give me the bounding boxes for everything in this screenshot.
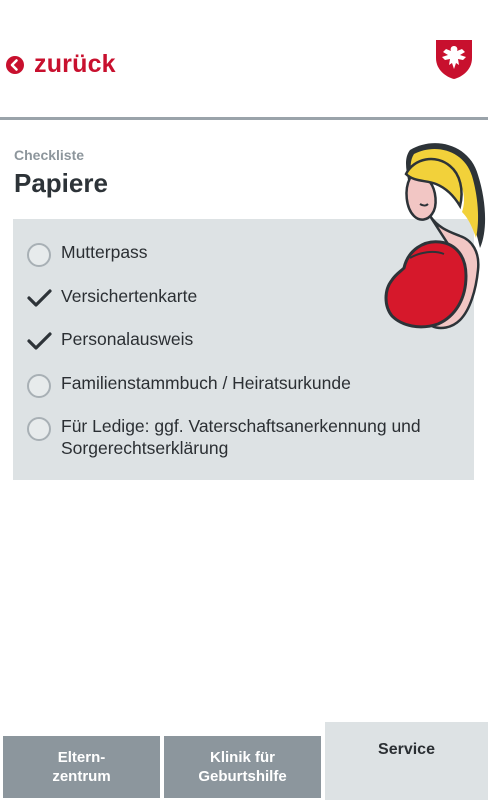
bottom-tab-bar: Eltern- zentrum Klinik für Geburtshilfe … bbox=[0, 722, 488, 800]
city-crest-icon bbox=[436, 40, 472, 79]
checklist-item-label: Personalausweis bbox=[61, 329, 194, 349]
tab-label: Klinik für Geburtshilfe bbox=[198, 749, 287, 785]
checklist-item-label: Mutterpass bbox=[61, 242, 148, 262]
checklist-item-label: Familienstammbuch / Heiratsurkunde bbox=[61, 373, 351, 393]
page-title: Papiere bbox=[14, 168, 108, 198]
page-subtitle: Checkliste bbox=[14, 147, 85, 163]
unchecked-circle-icon bbox=[27, 243, 53, 269]
tab-label: Service bbox=[378, 741, 435, 758]
back-label: zurück bbox=[34, 50, 116, 78]
unchecked-circle-icon bbox=[27, 374, 53, 400]
checkmark-icon bbox=[27, 285, 53, 311]
tab-elternzentrum[interactable]: Eltern- zentrum bbox=[3, 736, 160, 798]
checklist-item-label: Für Ledige: ggf. Vaterschaftsanerkennung… bbox=[61, 416, 421, 458]
chevron-left-icon bbox=[6, 55, 24, 74]
checkmark-icon bbox=[27, 328, 53, 354]
pregnant-woman-illustration bbox=[384, 143, 486, 330]
header-divider bbox=[0, 117, 488, 120]
checklist-item-label: Versichertenkarte bbox=[61, 286, 198, 306]
back-button[interactable]: zurück bbox=[6, 50, 116, 79]
tab-label: Eltern- zentrum bbox=[52, 749, 111, 785]
tab-klinik-geburtshilfe[interactable]: Klinik für Geburtshilfe bbox=[164, 736, 321, 798]
tab-service[interactable]: Service bbox=[325, 722, 488, 800]
app-header: zurück bbox=[0, 0, 488, 118]
unchecked-circle-icon bbox=[27, 417, 53, 443]
